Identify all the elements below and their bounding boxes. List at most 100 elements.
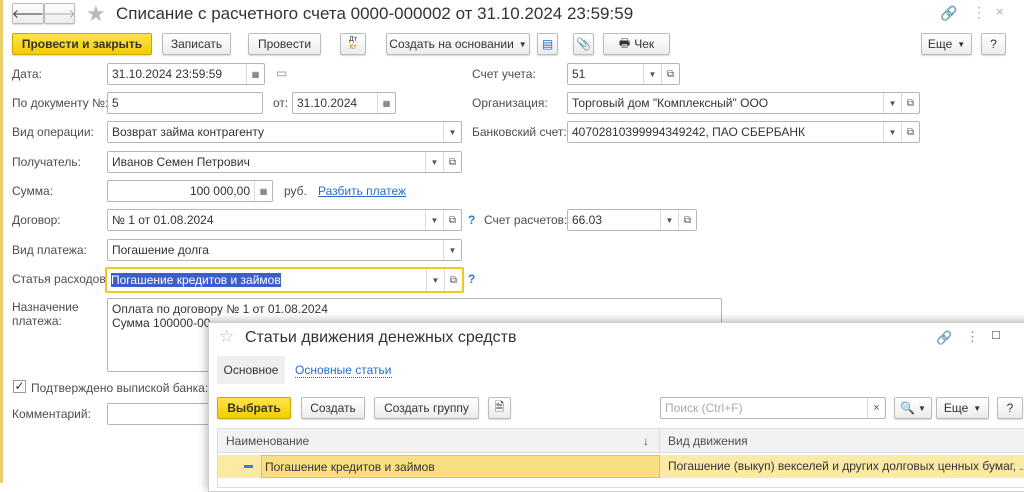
operation-value: Возврат займа контрагенту [112, 125, 265, 139]
create-based-label: Создать на основании [389, 37, 514, 51]
settlement-account-value: 66.03 [572, 213, 603, 227]
structure-icon[interactable]: ▤ [537, 33, 558, 55]
post-and-close-button[interactable]: Провести и закрыть [12, 33, 152, 55]
column-header-kind[interactable]: Вид движения [660, 429, 1024, 453]
popup-help-button[interactable]: ? [997, 397, 1023, 419]
popup-more-label: Еще [943, 401, 969, 415]
purpose-label-line1: Назначение [12, 300, 79, 314]
menu-dots-icon[interactable]: ⋮ [966, 329, 979, 345]
account-field[interactable]: 51 ▼ ⧉ [567, 63, 680, 85]
main-items-link[interactable]: Основные статьи [295, 363, 392, 378]
table-row[interactable]: Погашение кредитов и займов Погашение (в… [218, 455, 1024, 478]
open-icon[interactable]: ⧉ [661, 64, 679, 84]
purpose-label: Назначение платежа: [12, 300, 79, 328]
recipient-field[interactable]: Иванов Семен Петрович ▼ ⧉ [107, 151, 462, 173]
from-date-field[interactable]: 31.10.2024 ▦ [292, 92, 396, 114]
paperclip-icon[interactable]: 📎 [573, 33, 594, 55]
chevron-down-icon[interactable]: ▼ [883, 122, 901, 142]
chevron-down-icon[interactable]: ▼ [643, 64, 661, 84]
chevron-down-icon[interactable]: ▼ [443, 122, 461, 142]
docnum-field[interactable]: 5 [107, 92, 263, 114]
operation-label: Вид операции: [12, 125, 94, 139]
column-header-name[interactable]: Наименование ↓ [218, 429, 660, 453]
settlement-account-field[interactable]: 66.03 ▼ ⧉ [567, 209, 697, 231]
dt-kt-button[interactable]: Дт Кт [340, 33, 366, 55]
calculator-icon[interactable]: ▦ [254, 181, 272, 201]
sort-arrow-icon: ↓ [643, 434, 649, 448]
create-based-on-button[interactable]: Создать на основании ▼ [386, 33, 530, 55]
open-icon[interactable]: ⧉ [443, 152, 461, 172]
comment-label: Комментарий: [12, 407, 91, 421]
items-table: Наименование ↓ Вид движения Погашение кре… [217, 428, 1024, 488]
expense-help-icon[interactable]: ? [468, 272, 475, 286]
date-value: 31.10.2024 23:59:59 [112, 67, 223, 81]
link-icon[interactable]: 🔗 [936, 330, 952, 346]
chevron-down-icon[interactable]: ▼ [426, 269, 444, 291]
popup-more-button[interactable]: Еще ▼ [936, 397, 989, 419]
open-icon[interactable]: ⧉ [443, 210, 461, 230]
row-name-cell: Погашение кредитов и займов [261, 455, 660, 478]
chevron-down-icon[interactable]: ▼ [443, 240, 461, 260]
post-button[interactable]: Провести [248, 33, 321, 55]
document-settings-icon[interactable]: 🗎 [488, 397, 511, 419]
search-input[interactable]: Поиск (Ctrl+F) × [660, 397, 886, 419]
operation-select[interactable]: Возврат займа контрагенту ▼ [107, 121, 462, 143]
check-button[interactable]: 🖶 Чек [603, 33, 670, 55]
sum-value: 100 000,00 [189, 184, 250, 198]
calendar-icon[interactable]: ▦ [246, 64, 264, 84]
split-payment-link[interactable]: Разбить платеж [318, 184, 406, 198]
search-options-button[interactable]: 🔍 ▼ [894, 397, 932, 419]
history-icon[interactable]: ▭ [276, 66, 287, 80]
open-icon[interactable]: ⧉ [444, 269, 462, 291]
more-button[interactable]: Еще ▼ [921, 33, 972, 55]
create-button[interactable]: Создать [301, 397, 365, 419]
open-icon[interactable]: ⧉ [901, 122, 919, 142]
org-field[interactable]: Торговый дом "Комплексный" ООО ▼ ⧉ [567, 92, 920, 114]
close-icon[interactable]: × [996, 4, 1004, 19]
clear-search-icon[interactable]: × [867, 398, 885, 418]
currency-label: руб. [284, 184, 307, 198]
help-button[interactable]: ? [981, 33, 1006, 55]
open-icon[interactable]: ⧉ [678, 210, 696, 230]
docnum-value: 5 [112, 96, 119, 110]
purpose-label-line2: платежа: [12, 314, 62, 328]
from-date-value: 31.10.2024 [297, 96, 358, 110]
chevron-down-icon[interactable]: ▼ [425, 152, 443, 172]
chevron-down-icon: ▼ [518, 39, 527, 49]
favorite-star-icon[interactable]: ★ [86, 1, 106, 27]
window-title: Списание с расчетного счета 0000-000002 … [116, 4, 634, 23]
contract-help-icon[interactable]: ? [468, 213, 475, 227]
maximize-icon[interactable]: ☐ [991, 329, 1001, 342]
bank-account-field[interactable]: 40702810399994349242, ПАО СБЕРБАНК ▼ ⧉ [567, 121, 920, 143]
expense-item-field[interactable]: Погашение кредитов и займов ▼ ⧉ [105, 267, 464, 293]
payment-type-select[interactable]: Погашение долга ▼ [107, 239, 462, 261]
org-label: Организация: [472, 96, 548, 110]
more-label: Еще [927, 37, 953, 51]
menu-dots-icon[interactable]: ⋮ [972, 4, 986, 21]
tab-main[interactable]: Основное [217, 356, 285, 384]
open-icon[interactable]: ⧉ [901, 93, 919, 113]
link-icon[interactable]: 🔗 [940, 5, 957, 22]
contract-field[interactable]: № 1 от 01.08.2024 ▼ ⧉ [107, 209, 462, 231]
receipt-printer-icon: 🖶 [618, 35, 631, 50]
account-label: Счет учета: [472, 67, 536, 81]
cash-flow-items-popup: ☆ Статьи движения денежных средств 🔗 ⋮ ☐… [208, 322, 1024, 492]
confirmed-checkbox[interactable]: ✓ [13, 380, 26, 393]
save-button[interactable]: Записать [162, 33, 231, 55]
column-name-label: Наименование [226, 434, 310, 448]
calendar-icon[interactable]: ▦ [377, 93, 395, 113]
chevron-down-icon[interactable]: ▼ [425, 210, 443, 230]
sum-field[interactable]: 100 000,00 ▦ [107, 180, 273, 202]
favorite-star-icon[interactable]: ☆ [219, 327, 234, 347]
forward-button[interactable]: 🡒 [43, 3, 76, 24]
org-value: Торговый дом "Комплексный" ООО [572, 96, 769, 110]
expense-item-value: Погашение кредитов и займов [111, 273, 281, 287]
select-button[interactable]: Выбрать [217, 397, 291, 419]
create-group-button[interactable]: Создать группу [374, 397, 479, 419]
back-button[interactable]: 🡐 [12, 3, 44, 24]
account-value: 51 [572, 67, 586, 81]
chevron-down-icon[interactable]: ▼ [660, 210, 678, 230]
date-field[interactable]: 31.10.2024 23:59:59 ▦ [107, 63, 265, 85]
docnum-label: По документу №: [12, 96, 109, 110]
chevron-down-icon[interactable]: ▼ [883, 93, 901, 113]
